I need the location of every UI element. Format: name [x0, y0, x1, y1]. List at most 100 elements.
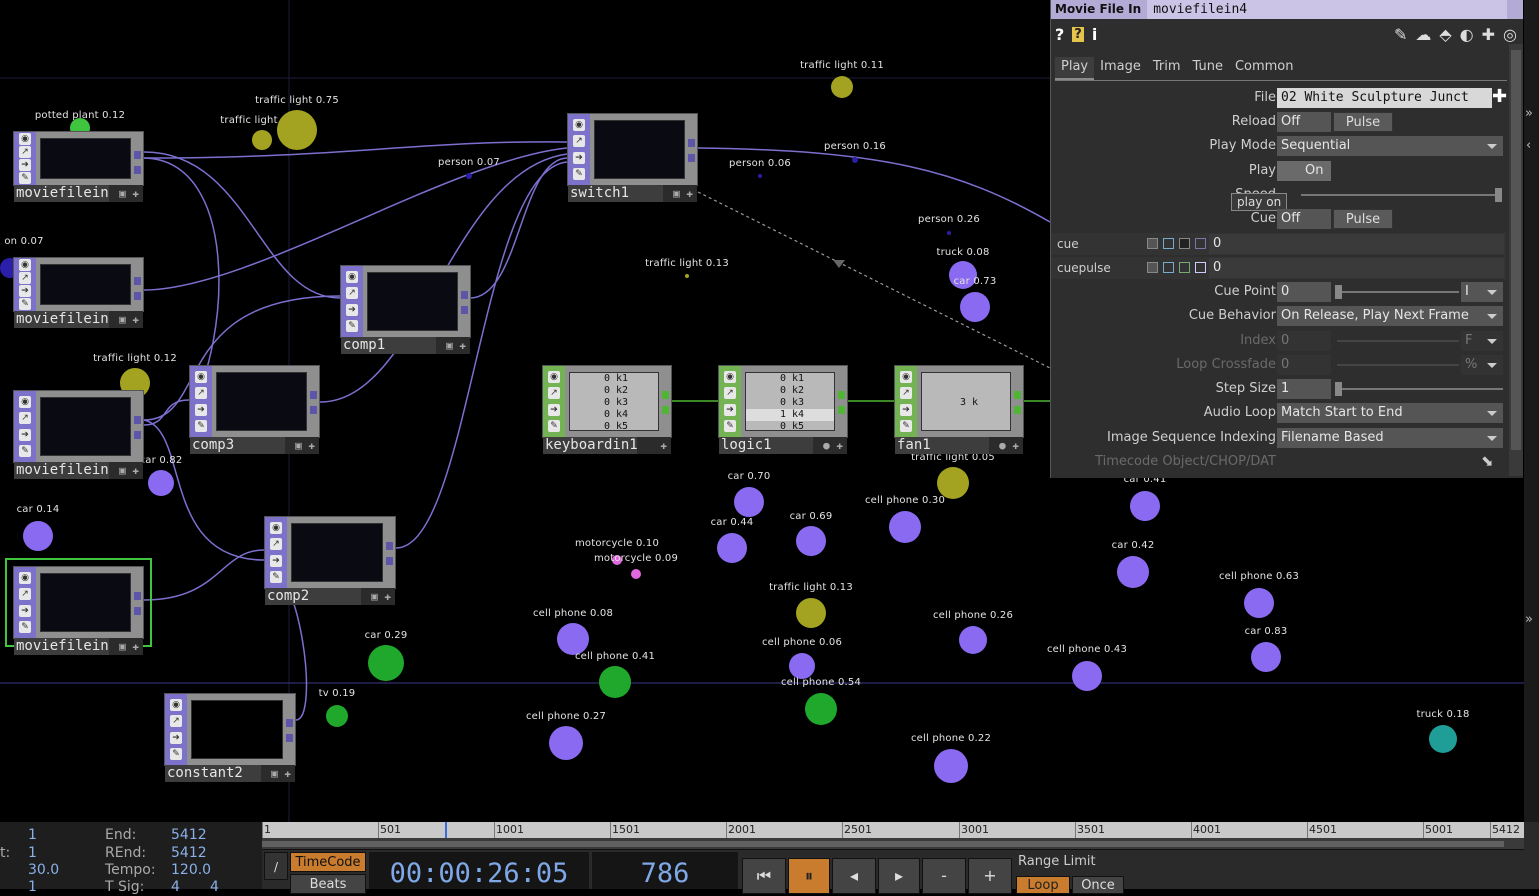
stepsize-slider-knob[interactable]: [1335, 382, 1342, 396]
play-toggle[interactable]: On: [1277, 161, 1331, 181]
loop-button[interactable]: Loop: [1016, 876, 1070, 894]
once-button[interactable]: Once: [1072, 876, 1124, 894]
node-keyboardin1[interactable]: ◉ ↗ ➔ ✎ 0 k1 0 k2 0 k3 0 k4 0 k5 keyboardin1 ✚: [542, 365, 672, 454]
playhead[interactable]: [445, 822, 447, 838]
node-fan1[interactable]: ◉ ↗ ➔ ✎ 3 k fan1 ● ✚: [894, 365, 1024, 454]
end-value[interactable]: 5412: [171, 827, 207, 843]
tab-trim[interactable]: Trim: [1147, 57, 1187, 80]
tab-play[interactable]: Play: [1055, 57, 1095, 80]
chan-color-swatch[interactable]: [1147, 238, 1158, 249]
cue-value-field[interactable]: 0: [1209, 234, 1504, 254]
detection-label: cell phone 0.26: [932, 610, 1014, 621]
python-icon[interactable]: ◐: [1460, 25, 1474, 44]
operator-name-field[interactable]: moviefilein4: [1147, 0, 1508, 19]
node-viewer: [40, 397, 131, 456]
cuepoint-field[interactable]: 0: [1277, 282, 1331, 302]
rstart-value[interactable]: 1: [28, 845, 37, 861]
start-value[interactable]: 1: [28, 827, 37, 843]
file-path-field[interactable]: 02 White Sculpture Junct: [1277, 88, 1492, 108]
python-help-icon[interactable]: ?: [1072, 26, 1084, 42]
node-viewer: [216, 372, 307, 431]
ruler-tick-label: 1001: [496, 823, 524, 836]
chan-color-swatch[interactable]: [1195, 262, 1206, 273]
node-constant2[interactable]: ◉ ↗ ➔ ✎ constant2 ▣ ✚: [164, 693, 296, 782]
chan-color-swatch[interactable]: [1195, 238, 1206, 249]
detection-label: cell phone 0.41: [574, 651, 656, 662]
audioloop-dropdown[interactable]: Match Start to End: [1277, 403, 1503, 423]
tab-tune[interactable]: Tune: [1187, 57, 1229, 80]
param-speed: Speed play on: [1051, 184, 1506, 211]
detection-label: traffic light 0.13: [645, 258, 729, 269]
add-icon[interactable]: ✚: [1482, 25, 1495, 44]
comment-icon[interactable]: ☁: [1415, 25, 1431, 44]
reload-toggle[interactable]: Off: [1277, 112, 1331, 132]
rend-value[interactable]: 5412: [171, 845, 207, 861]
chan-color-swatch[interactable]: [1179, 262, 1190, 273]
cue-toggle[interactable]: Off: [1277, 209, 1331, 229]
node-name: comp3: [192, 437, 235, 453]
node-comp3[interactable]: ◉ ↗ ➔ ✎ comp3 ▣ ✚: [189, 365, 320, 454]
tab-common[interactable]: Common: [1229, 57, 1300, 80]
timeline-ruler[interactable]: 1 501 1001 1501 2001 2501 3001 3501 4001 4501 5001…: [262, 822, 1524, 838]
timeline-scrollbar[interactable]: [262, 838, 1524, 850]
chan-color-swatch[interactable]: [1179, 238, 1190, 249]
imgseq-dropdown[interactable]: Filename Based: [1277, 428, 1503, 448]
tab-image[interactable]: Image: [1094, 57, 1147, 80]
cuepoint-slider-knob[interactable]: [1335, 285, 1342, 299]
ruler-tick: [726, 822, 727, 838]
chevron-right-icon[interactable]: »: [1525, 612, 1533, 627]
detection-label: traffic light 0.13: [769, 582, 853, 593]
drag-arrow-icon[interactable]: ⬊: [1481, 452, 1494, 470]
node-comp1[interactable]: ◉ ↗ ➔ ✎ comp1 ▣ ✚: [340, 265, 471, 354]
beats-button[interactable]: Beats: [290, 874, 366, 894]
operator-type: Movie File In: [1055, 2, 1142, 16]
node-comp2[interactable]: ◉ ↗ ➔ ✎ comp2 ▣ ✚: [264, 516, 396, 605]
bookmark-icon[interactable]: ⬘: [1439, 25, 1451, 44]
playmode-dropdown[interactable]: Sequential: [1277, 136, 1503, 156]
edit-pencil-icon[interactable]: ✎: [1394, 25, 1407, 44]
chan-color-swatch[interactable]: [1147, 262, 1158, 273]
detection-label: person 0.16: [824, 141, 886, 152]
speed-slider-knob[interactable]: [1495, 188, 1502, 202]
frame-display[interactable]: 786: [592, 852, 738, 889]
stepsize-field[interactable]: 1: [1277, 379, 1331, 399]
node-moviefilein4[interactable]: ◉ ↗ ➔ ✎ moviefilein4 ▣ ✚: [5, 558, 152, 655]
detection-marker: [889, 511, 921, 543]
info-icon[interactable]: i: [1092, 25, 1097, 44]
reload-pulse-button[interactable]: Pulse: [1333, 112, 1393, 132]
chan-color-swatch[interactable]: [1163, 238, 1174, 249]
node-moviefilein2[interactable]: ◉ ↗ ➔ ✎ moviefilein2 ▣ ✚: [13, 257, 144, 328]
cuepoint-slider-track[interactable]: [1337, 291, 1459, 293]
tsig-c[interactable]: 4: [210, 879, 219, 895]
scrollbar-thumb[interactable]: [1511, 50, 1521, 450]
chevron-right-icon[interactable]: »: [1525, 106, 1533, 121]
chan-color-swatch[interactable]: [1163, 262, 1174, 273]
file-browse-plus-icon[interactable]: ✚: [1492, 86, 1507, 107]
node-moviefilein1[interactable]: ◉ ↗ ➔ ✎ moviefilein1 ▣ ✚: [13, 131, 144, 202]
cuepulse-value-field[interactable]: 0: [1209, 258, 1504, 278]
node-switch1[interactable]: ◉ ↗ ➔ ✎ switch1 ▣ ✚: [567, 113, 698, 202]
panel-scrollbar[interactable]: [1509, 44, 1523, 476]
cue-pulse-button[interactable]: Pulse: [1333, 209, 1393, 229]
fps-value[interactable]: 30.0: [28, 862, 59, 878]
help-icon[interactable]: ?: [1055, 25, 1064, 44]
detection-marker: [148, 470, 174, 496]
speed-slider-track[interactable]: [1301, 194, 1501, 196]
tempo-value[interactable]: 120.0: [171, 862, 211, 878]
timecode-display[interactable]: 00:00:26:05: [369, 852, 589, 889]
detection-marker: [937, 467, 969, 499]
cuepoint-unit-dropdown[interactable]: I: [1461, 282, 1503, 302]
timecode-button[interactable]: TimeCode: [290, 852, 366, 872]
timeline-toggle[interactable]: /: [264, 852, 288, 880]
param-file: File 02 White Sculpture Junct ✚: [1254, 86, 1508, 108]
detection-marker: [959, 626, 987, 654]
stepsize-slider-track[interactable]: [1337, 388, 1503, 390]
detection-label: car 0.73: [953, 276, 997, 287]
node-viewer: [594, 120, 685, 179]
node-logic1[interactable]: ◉ ↗ ➔ ✎ 0 k1 0 k2 0 k3 1 k4 0 k5 logic1 ● ✚: [718, 365, 848, 454]
target-icon[interactable]: ◎: [1503, 25, 1517, 44]
node-moviefilein3[interactable]: ◉ ↗ ➔ ✎ moviefilein3 ▣ ✚: [13, 390, 144, 479]
tsig-b[interactable]: 4: [171, 879, 180, 895]
cuebehavior-dropdown[interactable]: On Release, Play Next Frame: [1277, 306, 1503, 326]
chevron-left-icon[interactable]: ‹: [1526, 138, 1531, 153]
